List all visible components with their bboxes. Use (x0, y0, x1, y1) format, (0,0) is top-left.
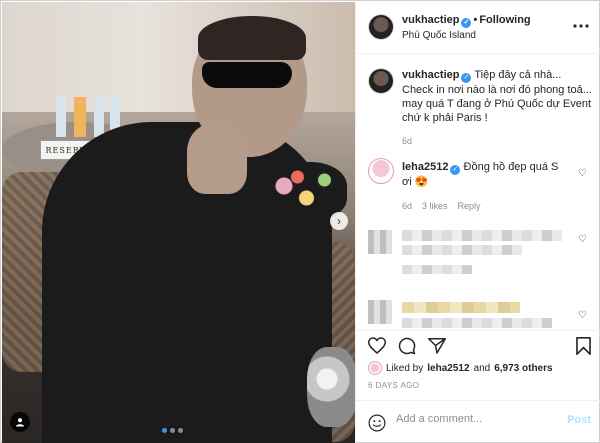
comment-icon[interactable] (398, 337, 416, 355)
sunglasses (202, 62, 292, 88)
obscured-comment-text (402, 230, 562, 241)
location-link[interactable]: Phú Quốc Island (402, 30, 476, 41)
avatar[interactable] (368, 68, 394, 94)
comment-reply-button[interactable]: Reply (458, 201, 481, 211)
caption-username[interactable]: vukhactiep (402, 69, 459, 81)
post-age: 6 DAYS AGO (368, 381, 420, 390)
heart-icon[interactable] (368, 337, 386, 354)
liker-username[interactable]: leha2512 (427, 363, 469, 374)
post-sidebar: vukhactiep ✓ • Following Phú Quốc Island vu… (355, 2, 600, 443)
bookmark-icon[interactable] (576, 337, 591, 355)
comments-list[interactable]: vukhactiep ✓ Tiệp đây cả nhà... Check in … (356, 54, 600, 330)
comment-like-heart-icon[interactable]: ♡ (578, 234, 587, 245)
caption-age: 6d (402, 136, 413, 146)
more-options-icon[interactable] (573, 24, 589, 28)
likes-count-link[interactable]: 6,973 others (494, 363, 552, 374)
verified-badge-icon: ✓ (461, 73, 472, 83)
obscured-comment-meta (402, 265, 472, 274)
instagram-post-window: RESERVED › vukhactiep ✓ • Following Phú … (0, 0, 600, 443)
comment: leha2512 ✓ Đồng hồ đẹp quá S ơi 😍 (402, 160, 570, 189)
share-icon[interactable] (428, 337, 446, 354)
obscured-avatar (368, 300, 392, 324)
following-button[interactable]: Following (479, 14, 530, 26)
verified-badge-icon: ✓ (461, 18, 472, 28)
post-actions-bar (356, 330, 600, 356)
add-comment-bar: Post (356, 400, 600, 443)
likes-summary: Liked by leha2512 and 6,973 others (368, 361, 553, 375)
comment-likes-link[interactable]: 3 likes (422, 201, 448, 211)
emoji-icon[interactable] (368, 414, 386, 432)
liker-avatar[interactable] (368, 361, 382, 375)
author-username[interactable]: vukhactiep (402, 14, 459, 26)
carousel-next-button[interactable]: › (330, 212, 348, 230)
comment-meta: 6d 3 likes Reply (402, 201, 481, 211)
comment-age: 6d (402, 201, 413, 211)
carousel-dot (170, 428, 175, 433)
avatar[interactable] (368, 14, 394, 40)
post-comment-button[interactable]: Post (567, 414, 591, 426)
verified-badge-icon: ✓ (450, 165, 461, 175)
comment-like-heart-icon[interactable]: ♡ (578, 168, 587, 179)
chevron-right-icon: › (337, 214, 341, 228)
tagged-users-button[interactable] (10, 412, 30, 432)
post-header: vukhactiep ✓ • Following Phú Quốc Island (356, 2, 600, 54)
carousel-dots (162, 428, 183, 433)
commenter-avatar[interactable] (368, 158, 394, 184)
comment-like-heart-icon[interactable]: ♡ (578, 310, 587, 321)
carousel-dot (178, 428, 183, 433)
carousel-dot (162, 428, 167, 433)
post-photo[interactable]: RESERVED › (2, 2, 355, 443)
obscured-comment-text (402, 318, 552, 328)
obscured-avatar (368, 230, 392, 254)
obscured-comment-text (402, 245, 522, 255)
user-icon (16, 418, 24, 427)
comment-username[interactable]: leha2512 (402, 161, 448, 173)
comment-input[interactable] (396, 413, 556, 425)
obscured-comment-text (402, 302, 520, 313)
post-caption: vukhactiep ✓ Tiệp đây cả nhà... Check in … (402, 68, 592, 125)
